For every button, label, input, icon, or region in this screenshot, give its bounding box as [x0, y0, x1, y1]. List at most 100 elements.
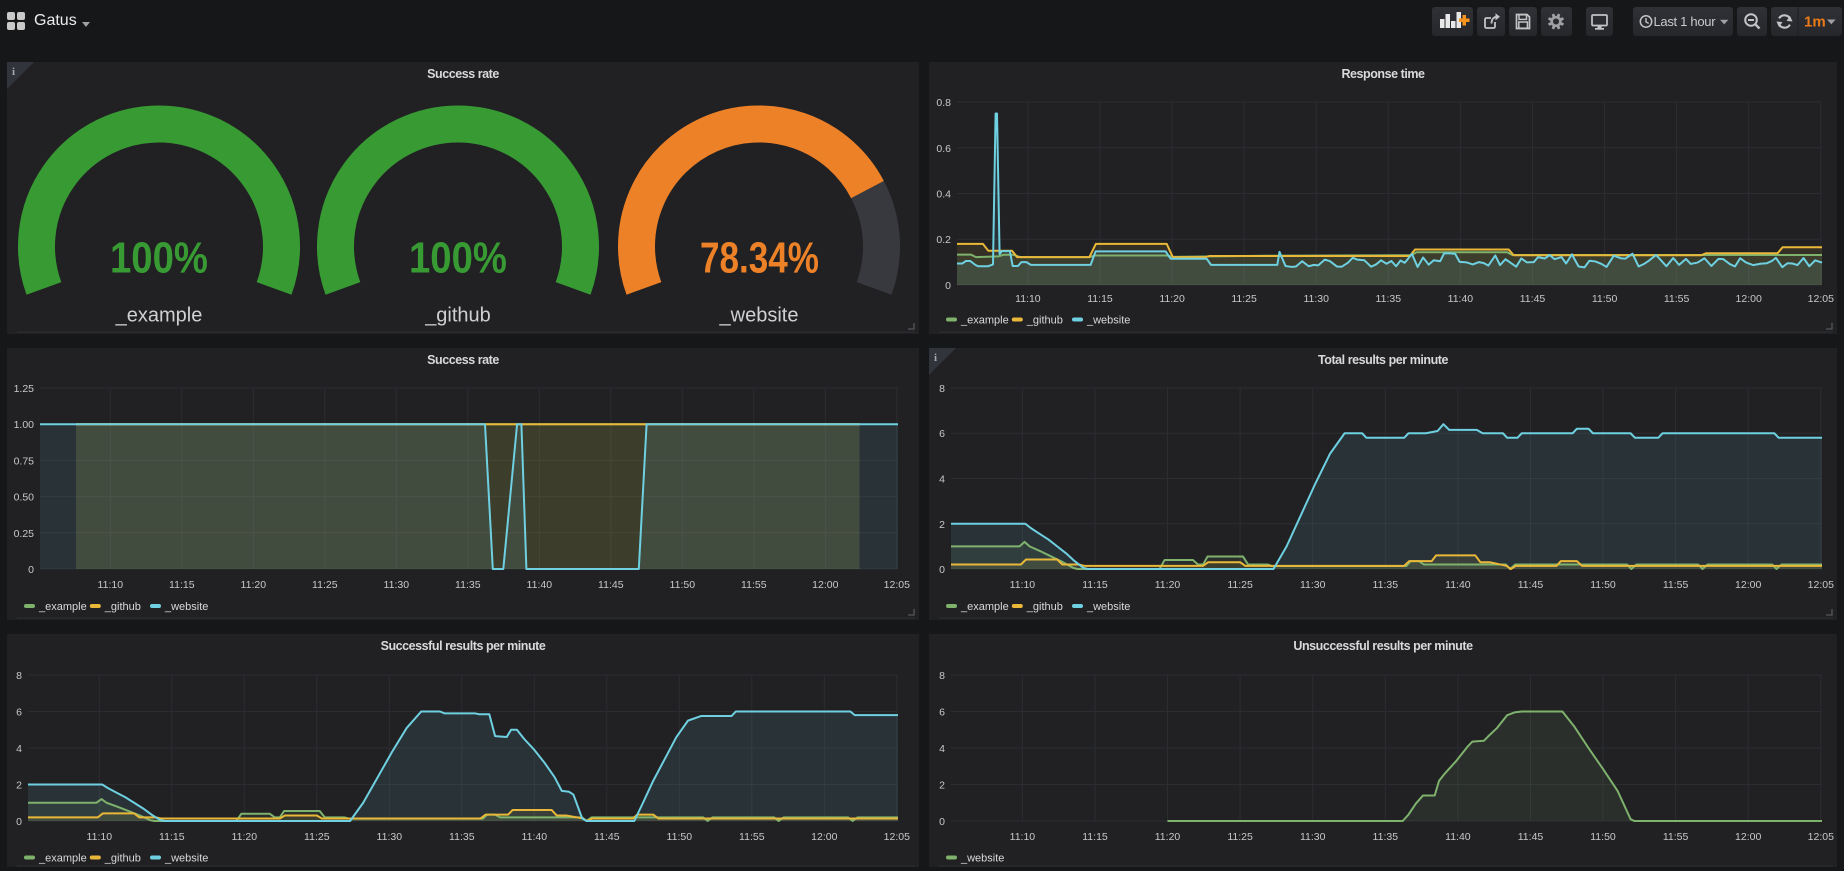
svg-text:11:55: 11:55	[1663, 579, 1689, 591]
svg-text:11:30: 11:30	[1300, 831, 1326, 843]
svg-text:11:40: 11:40	[1448, 293, 1474, 305]
svg-text:12:00: 12:00	[1735, 579, 1761, 591]
svg-text:0: 0	[945, 280, 951, 292]
svg-text:0.4: 0.4	[936, 189, 951, 201]
svg-text:11:45: 11:45	[1520, 293, 1546, 305]
svg-text:11:50: 11:50	[1590, 831, 1616, 843]
svg-text:_github: _github	[104, 601, 141, 613]
svg-text:0: 0	[939, 816, 945, 828]
svg-text:11:45: 11:45	[1518, 579, 1544, 591]
svg-text:100%: 100%	[110, 234, 208, 283]
svg-text:11:30: 11:30	[1300, 579, 1326, 591]
svg-text:11:15: 11:15	[1082, 579, 1108, 591]
svg-text:11:20: 11:20	[232, 831, 258, 843]
svg-text:4: 4	[939, 743, 945, 755]
svg-text:11:25: 11:25	[1227, 831, 1253, 843]
svg-text:0: 0	[16, 816, 22, 828]
svg-text:11:35: 11:35	[1373, 831, 1399, 843]
svg-text:11:10: 11:10	[98, 579, 124, 591]
svg-text:_github: _github	[1026, 315, 1063, 327]
svg-text:11:15: 11:15	[1087, 293, 1113, 305]
svg-text:12:00: 12:00	[1735, 831, 1761, 843]
svg-text:Last 1 hour: Last 1 hour	[1654, 14, 1717, 29]
svg-text:11:35: 11:35	[449, 831, 475, 843]
svg-text:11:50: 11:50	[1590, 579, 1616, 591]
svg-text:11:20: 11:20	[1155, 579, 1181, 591]
svg-text:11:55: 11:55	[741, 579, 767, 591]
svg-text:11:45: 11:45	[594, 831, 620, 843]
svg-text:11:25: 11:25	[1231, 293, 1257, 305]
svg-text:_example: _example	[960, 601, 1009, 613]
svg-text:11:15: 11:15	[159, 831, 185, 843]
svg-text:_github: _github	[424, 305, 491, 327]
svg-text:78.34%: 78.34%	[700, 234, 819, 283]
svg-text:0: 0	[28, 564, 34, 576]
svg-text:0: 0	[939, 564, 945, 576]
svg-text:11:20: 11:20	[241, 579, 267, 591]
svg-text:2: 2	[939, 519, 945, 531]
svg-text:11:55: 11:55	[1663, 831, 1689, 843]
svg-text:2: 2	[939, 780, 945, 792]
svg-text:0.6: 0.6	[936, 143, 951, 155]
svg-text:11:55: 11:55	[1664, 293, 1690, 305]
svg-text:100%: 100%	[409, 234, 507, 283]
svg-text:12:00: 12:00	[1736, 293, 1762, 305]
svg-text:11:40: 11:40	[522, 831, 548, 843]
svg-text:11:45: 11:45	[1518, 831, 1544, 843]
svg-text:_website: _website	[960, 853, 1004, 865]
svg-text:0.2: 0.2	[936, 234, 951, 246]
svg-text:i: i	[934, 352, 937, 364]
svg-text:1m: 1m	[1804, 14, 1826, 31]
svg-text:11:35: 11:35	[1373, 579, 1399, 591]
svg-text:_example: _example	[38, 853, 87, 865]
svg-text:11:25: 11:25	[1227, 579, 1253, 591]
svg-text:12:05: 12:05	[884, 831, 910, 843]
svg-text:_example: _example	[38, 601, 87, 613]
svg-text:11:50: 11:50	[1592, 293, 1618, 305]
svg-text:12:05: 12:05	[1808, 293, 1834, 305]
svg-text:_website: _website	[164, 601, 208, 613]
svg-text:i: i	[12, 66, 15, 78]
svg-text:0.25: 0.25	[14, 528, 35, 540]
svg-text:Unsuccessful results per minut: Unsuccessful results per minute	[1293, 639, 1473, 653]
svg-text:11:30: 11:30	[1303, 293, 1329, 305]
svg-text:4: 4	[16, 743, 22, 755]
svg-text:0.8: 0.8	[936, 97, 951, 109]
svg-text:11:20: 11:20	[1155, 831, 1181, 843]
svg-text:11:15: 11:15	[1082, 831, 1108, 843]
svg-text:8: 8	[939, 383, 945, 395]
svg-text:_github: _github	[104, 853, 141, 865]
svg-text:4: 4	[939, 474, 945, 486]
svg-text:8: 8	[16, 670, 22, 682]
svg-text:12:00: 12:00	[812, 579, 838, 591]
svg-text:11:25: 11:25	[312, 579, 338, 591]
svg-text:_website: _website	[1086, 315, 1130, 327]
svg-text:1.25: 1.25	[14, 383, 35, 395]
svg-text:11:40: 11:40	[1445, 579, 1471, 591]
svg-text:11:55: 11:55	[739, 831, 765, 843]
svg-text:11:10: 11:10	[1015, 293, 1041, 305]
svg-text:Success rate: Success rate	[427, 353, 499, 367]
svg-text:11:10: 11:10	[1010, 831, 1036, 843]
svg-text:11:25: 11:25	[304, 831, 330, 843]
svg-text:11:35: 11:35	[1376, 293, 1402, 305]
svg-text:11:45: 11:45	[598, 579, 624, 591]
svg-text:2: 2	[16, 780, 22, 792]
svg-text:Successful results per minute: Successful results per minute	[381, 639, 546, 653]
svg-text:_website: _website	[1086, 601, 1130, 613]
svg-text:6: 6	[939, 428, 945, 440]
svg-text:Success rate: Success rate	[427, 67, 499, 81]
svg-text:11:20: 11:20	[1159, 293, 1185, 305]
svg-text:11:10: 11:10	[1010, 579, 1036, 591]
svg-text:12:05: 12:05	[1808, 831, 1834, 843]
svg-text:_github: _github	[1026, 601, 1063, 613]
svg-text:12:05: 12:05	[1808, 579, 1834, 591]
svg-text:_example: _example	[115, 305, 203, 327]
svg-text:_website: _website	[164, 853, 208, 865]
svg-text:_website: _website	[719, 305, 799, 327]
svg-text:11:30: 11:30	[384, 579, 410, 591]
svg-text:11:35: 11:35	[455, 579, 481, 591]
svg-text:11:40: 11:40	[1445, 831, 1471, 843]
svg-text:Response time: Response time	[1341, 67, 1425, 81]
svg-text:Total results per minute: Total results per minute	[1318, 353, 1448, 367]
